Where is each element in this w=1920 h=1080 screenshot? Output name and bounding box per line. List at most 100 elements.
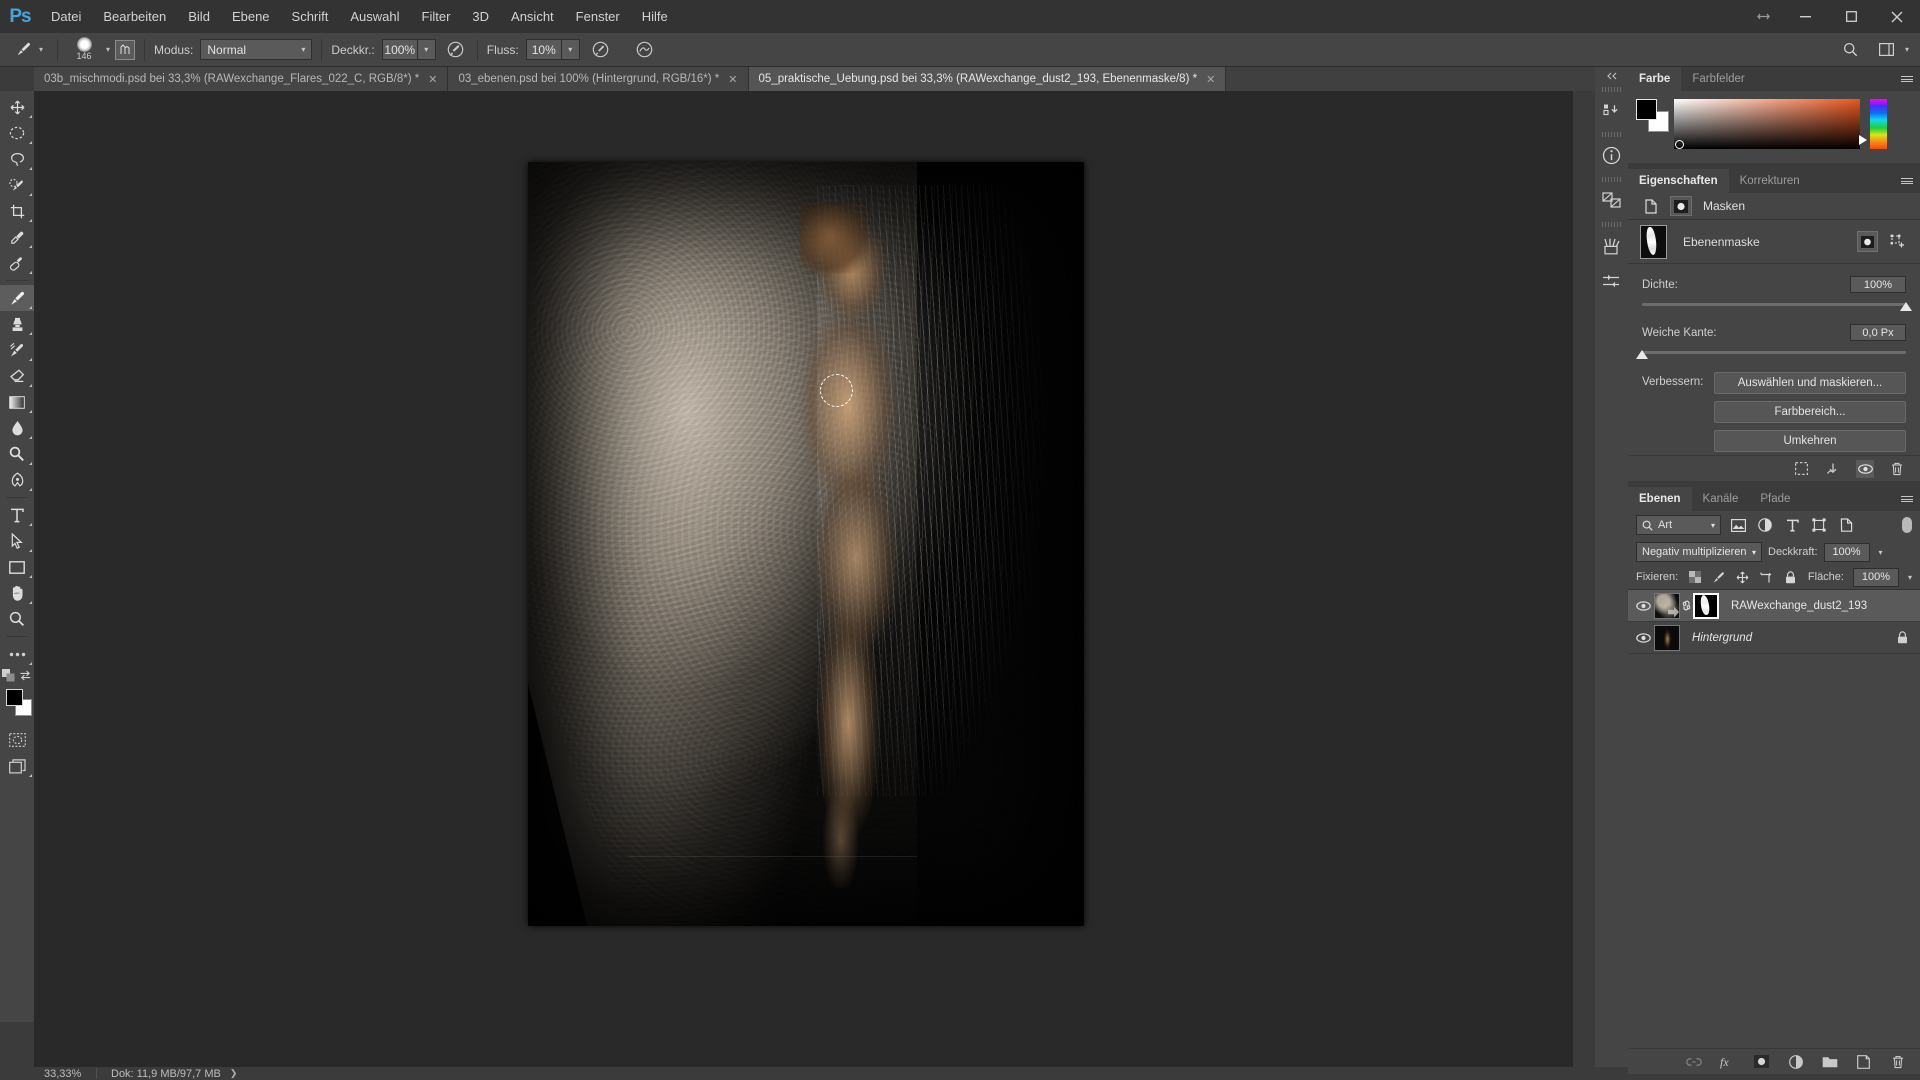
lock-all-icon[interactable] [1783,569,1798,585]
lock-position-icon[interactable] [1735,569,1750,585]
shape-tool[interactable] [0,554,34,580]
new-layer-icon[interactable] [1855,1053,1872,1070]
layer-name[interactable]: Hintergrund [1692,632,1752,644]
edit-toolbar-ellipsis[interactable] [0,641,34,667]
layer-visibility-icon[interactable] [1632,600,1654,611]
layer-thumbnail[interactable] [1654,592,1680,619]
tab-eigenschaften[interactable]: Eigenschaften [1628,169,1729,193]
collapse-panels-icon[interactable] [1595,67,1628,85]
flow-stepper-caret[interactable]: ▾ [561,39,580,60]
layer-fill-value[interactable]: 100% [1852,567,1899,587]
layer-mask-thumbnail[interactable] [1693,592,1719,619]
minimize-button[interactable] [1782,0,1828,33]
info-panel-icon[interactable] [1595,138,1628,173]
panel-menu-icon[interactable] [1894,487,1920,511]
panel-grip[interactable] [1595,175,1628,183]
canvas-area[interactable] [34,91,1573,1067]
add-layer-mask-icon[interactable] [1753,1053,1770,1070]
workspace-switcher-icon[interactable] [1875,38,1899,62]
menu-filter[interactable]: Filter [411,0,462,33]
hand-tool[interactable] [0,580,34,606]
filter-adjustment-layers-icon[interactable] [1755,515,1775,535]
layer-filter-kind-select[interactable]: Art ▾ [1636,515,1721,535]
swap-colors-icon[interactable] [19,670,32,681]
tablet-pressure-size-icon[interactable] [115,39,136,60]
type-tool[interactable] [0,502,34,528]
layer-opacity-caret[interactable]: ▾ [1879,548,1883,557]
chevron-right-icon[interactable]: ❯ [230,1068,238,1079]
menu-datei[interactable]: Datei [40,0,92,33]
zoom-level-field[interactable]: 33,33% [34,1068,96,1080]
filter-pixel-layers-icon[interactable] [1728,515,1748,535]
dodge-tool[interactable] [0,441,34,467]
tab-farbfelder[interactable]: Farbfelder [1681,67,1756,91]
brush-picker-caret[interactable]: ▾ [106,45,110,54]
brush-tool-preset-caret[interactable]: ▾ [39,45,43,54]
brush-tool[interactable] [0,285,34,311]
link-layers-icon[interactable] [1685,1053,1702,1070]
add-vector-mask-icon[interactable] [1887,231,1908,252]
eraser-tool[interactable] [0,363,34,389]
layer-visibility-icon[interactable] [1632,632,1654,643]
brush-preview[interactable]: 146 [67,35,101,65]
panel-menu-icon[interactable] [1894,67,1920,91]
brush-tool-icon[interactable] [12,39,34,61]
tablet-pressure-opacity-icon[interactable] [444,38,468,62]
search-icon[interactable] [1839,38,1863,62]
close-icon[interactable]: ✕ [728,73,737,86]
tab-kanaele[interactable]: Kanäle [1691,487,1750,511]
document-tab-3[interactable]: 05_praktische_Uebung.psd bei 33,3% (RAWe… [748,67,1227,91]
quick-mask-icon[interactable] [0,727,34,753]
clone-stamp-tool[interactable] [0,311,34,337]
link-mask-icon[interactable] [1680,599,1693,612]
menu-schrift[interactable]: Schrift [281,0,340,33]
delete-mask-icon[interactable] [1888,460,1906,478]
select-and-mask-button[interactable]: Auswählen und maskieren... [1714,372,1906,394]
zoom-tool[interactable] [0,606,34,632]
marquee-tool[interactable] [0,120,34,146]
crop-tool[interactable] [0,198,34,224]
feather-slider-knob[interactable] [1636,350,1648,359]
tab-farbe[interactable]: Farbe [1628,67,1682,91]
menu-bild[interactable]: Bild [177,0,221,33]
path-selection-tool[interactable] [0,528,34,554]
layer-style-fx-icon[interactable]: fx [1719,1053,1736,1070]
pixel-mask-icon[interactable] [1670,196,1692,216]
delete-layer-icon[interactable] [1889,1053,1906,1070]
healing-brush-tool[interactable] [0,250,34,276]
color-picker-field[interactable] [1674,99,1860,149]
filter-enable-toggle[interactable] [1902,517,1912,533]
vector-mask-icon[interactable] [1640,196,1662,216]
menu-ebene[interactable]: Ebene [221,0,281,33]
color-range-button[interactable]: Farbbereich... [1714,401,1906,423]
density-slider-knob[interactable] [1900,302,1912,311]
feather-slider[interactable] [1636,348,1906,360]
default-colors-icon[interactable] [2,668,15,682]
new-group-icon[interactable] [1821,1053,1838,1070]
menu-auswahl[interactable]: Auswahl [339,0,410,33]
brush-settings-panel-icon[interactable] [1595,263,1628,298]
invert-mask-button[interactable]: Umkehren [1714,430,1906,452]
brushes-panel-icon[interactable] [1595,228,1628,263]
panel-menu-icon[interactable] [1894,169,1920,193]
new-adjustment-layer-icon[interactable] [1787,1053,1804,1070]
load-selection-from-mask-icon[interactable] [1792,460,1810,478]
layer-blend-mode-select[interactable]: Negativ multiplizieren ▾ [1636,542,1762,562]
opacity-input[interactable]: 100% [381,39,418,60]
lock-transparent-pixels-icon[interactable] [1687,569,1702,585]
document-canvas[interactable] [528,162,1084,926]
filter-smart-objects-icon[interactable] [1836,515,1856,535]
filter-type-layers-icon[interactable] [1782,515,1802,535]
tab-pfade[interactable]: Pfade [1749,487,1802,511]
tab-korrekturen[interactable]: Korrekturen [1728,169,1811,193]
close-button[interactable] [1874,0,1920,33]
opacity-stepper-caret[interactable]: ▾ [417,39,436,60]
panel-grip[interactable] [1595,220,1628,228]
toggle-mask-visibility-icon[interactable] [1856,459,1874,478]
menu-fenster[interactable]: Fenster [565,0,631,33]
foreground-color-swatch[interactable] [6,689,23,706]
mask-thumbnail[interactable] [1640,224,1667,259]
apply-mask-icon[interactable] [1824,460,1842,478]
tab-ebenen[interactable]: Ebenen [1628,487,1692,511]
lasso-tool[interactable] [0,146,34,172]
